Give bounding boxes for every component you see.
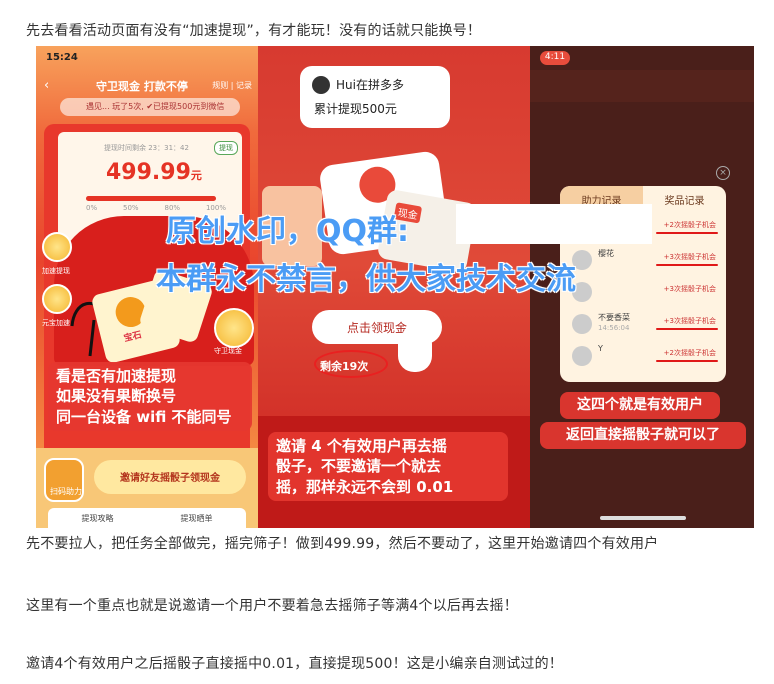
helper-reward: +2次摇骰子机会 [663, 221, 716, 229]
tab-prize-records[interactable]: 奖品记录 [643, 186, 726, 212]
list-item: 樱花 +3次摇骰子机会 [568, 248, 718, 274]
helper-time: 14:56:04 [598, 324, 630, 332]
user-bubble: Hui在拼多多 累计提现500元 [300, 66, 450, 128]
screenshot-collage: 15:24 ‹ 守卫现金 打款不停 规则 | 记录 遇见... 玩了5次, ✔已… [36, 46, 754, 528]
article-paragraph-1: 先去看看活动页面有没有“加速提现”，有才能玩！没有的话就只能换号！ [26, 23, 482, 39]
status-time: 4:11 [540, 51, 570, 65]
handwritten-underline [656, 360, 718, 362]
watermark-line-1: 原创水印，QQ群: [166, 214, 410, 249]
tick-label: 50% [123, 204, 139, 212]
article-paragraph-2: 先不要拉人，把任务全部做完，摇完筛子！做到499.99，然后不要动了，这里开始邀… [26, 536, 659, 552]
remaining-count: 剩余19次 [320, 360, 369, 373]
activity-header: ‹ 守卫现金 打款不停 规则 | 记录 [36, 74, 258, 98]
avatar [572, 314, 592, 334]
amount-unit: 元 [190, 169, 202, 182]
avatar [572, 346, 592, 366]
cash-amount: 499.99元 [106, 160, 202, 185]
bottom-tabs: 提现攻略 提现晒单 [48, 508, 246, 528]
tab-withdraw-guide[interactable]: 提现攻略 [82, 513, 114, 528]
helper-reward: +3次摇骰子机会 [663, 317, 716, 325]
handwritten-underline [656, 328, 718, 330]
annotation-roll-dice: 返回直接摇骰子就可以了 [540, 422, 746, 449]
amount-value: 499.99 [106, 160, 191, 185]
activity-title: 守卫现金 打款不停 [96, 80, 188, 93]
back-icon[interactable]: ‹ [44, 78, 49, 93]
close-icon[interactable]: × [716, 166, 730, 180]
user-notice-bar: 遇见... 玩了5次, ✔已提现500元到微信 [60, 98, 240, 116]
cash-progress-bar [86, 196, 216, 201]
speed-withdraw-label: 加速提现 [42, 267, 70, 275]
invite-friends-button[interactable]: 邀请好友摇骰子领现金 [94, 460, 246, 494]
avatar [312, 76, 330, 94]
annotation-check-speed: 看是否有加速提现 如果没有果断换号 同一台设备 wifi 不能同号 [48, 362, 252, 431]
annotation-valid-users: 这四个就是有效用户 [560, 392, 720, 419]
helper-name: 樱花 [598, 249, 614, 258]
pointing-hand-icon [398, 328, 432, 372]
watermark-line-2: 本群永不禁言，供大家技术交流 [156, 262, 576, 297]
annotation-invite-four: 邀请 4 个有效用户再去摇 骰子，不要邀请一个就去 摇，那样永远不会到 0.01 [268, 432, 508, 501]
helper-reward: +2次摇骰子机会 [663, 349, 716, 357]
withdraw-countdown: 提现时间剩余 23：31：42 [104, 144, 189, 152]
list-item: +3次摇骰子机会 [568, 280, 718, 306]
helper-reward: +3次摇骰子机会 [663, 285, 716, 293]
scan-help-label: 扫码助力 [50, 487, 82, 496]
status-time: 15:24 [46, 52, 78, 63]
bubble-stat: 累计提现500元 [314, 102, 397, 116]
gem-label: 宝石 [122, 330, 143, 345]
tab-withdraw-share[interactable]: 提现晒单 [181, 513, 213, 528]
helper-name: 不要香菜 [598, 313, 630, 322]
handwritten-underline [656, 232, 718, 234]
speed-withdraw-icon[interactable] [42, 232, 72, 262]
dim-header [530, 70, 754, 102]
helper-reward: +3次摇骰子机会 [663, 253, 716, 261]
withdraw-badge[interactable]: 提现 [214, 141, 238, 155]
cash-progress-fill [86, 196, 216, 201]
helper-name: Y [598, 344, 603, 353]
list-item: 不要香菜 14:56:04 +3次摇骰子机会 [568, 312, 718, 338]
guard-cash-label: 守卫现金 [214, 347, 242, 355]
article-paragraph-4: 邀请4个有效用户之后摇骰子直接摇中0.01，直接提现500！这是小编亲自测试过的… [26, 656, 563, 672]
guard-cash-icon[interactable] [214, 308, 254, 348]
home-indicator [600, 516, 686, 520]
watermark-redaction [456, 204, 652, 244]
tick-label: 0% [86, 204, 98, 212]
list-item: Y +2次摇骰子机会 [568, 344, 718, 370]
article-paragraph-3: 这里有一个重点也就是说邀请一个用户不要着急去摇筛子等满4个以后再去摇！ [26, 598, 518, 614]
rules-link[interactable]: 规则 | 记录 [212, 80, 252, 91]
bubble-user-name: Hui在拼多多 [336, 78, 404, 92]
handwritten-underline [656, 264, 718, 266]
